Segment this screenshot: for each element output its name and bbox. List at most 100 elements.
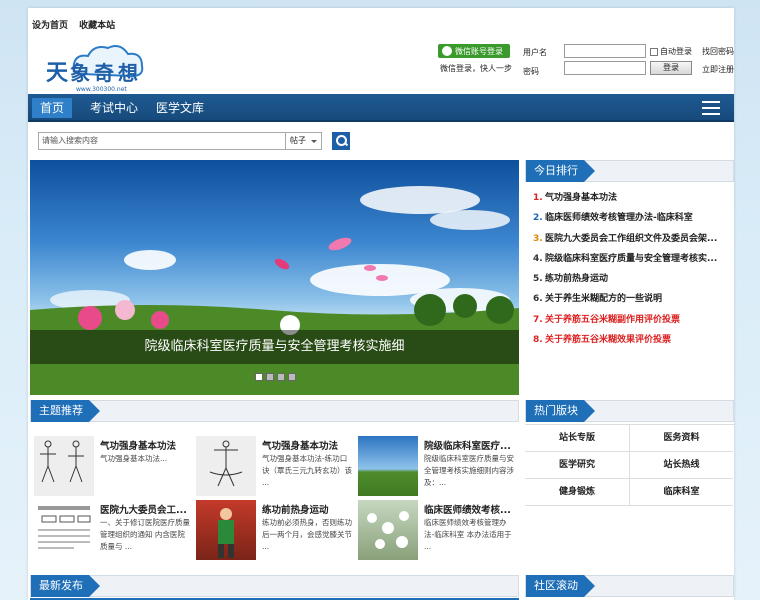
theme-tile[interactable]: 医院九大委员会工... 一、关于修订医院医疗质量管理组织的通知 内含医院质量与 … — [34, 500, 196, 562]
community-title: 社区滚动 — [526, 575, 595, 597]
nav-item-medical-library[interactable]: 医学文库 — [148, 98, 212, 118]
pager-dot[interactable] — [288, 373, 296, 381]
hot-blocks-panel: 热门版块 站长专版 医务资料 医学研究 站长热线 健身锻炼 临床科室 — [525, 400, 734, 515]
hot-grid: 站长专版 医务资料 医学研究 站长热线 健身锻炼 临床科室 — [525, 424, 734, 506]
login-button[interactable]: 登录 — [650, 61, 692, 75]
ranking-item[interactable]: 8. 关于养筋五谷米糊效果评价投票 — [533, 332, 733, 352]
tile-title[interactable]: 临床医师绩效考核... — [424, 502, 511, 516]
tile-desc: 一、关于修订医院医疗质量管理组织的通知 内含医院质量与 ... — [100, 518, 190, 551]
rank-title[interactable]: 临床医师绩效考核管理办法-临床科室 — [545, 213, 693, 223]
rank-number: 2. — [533, 213, 543, 224]
tile-title[interactable]: 院级临床科室医疗... — [424, 438, 511, 452]
community-heading: 社区滚动 — [525, 575, 734, 597]
hot-block-link[interactable]: 站长专版 — [525, 425, 629, 452]
rank-number: 1. — [533, 193, 543, 203]
theme-title: 主题推荐 — [31, 400, 100, 422]
exercise-photo — [196, 500, 256, 560]
theme-tile[interactable]: 临床医师绩效考核... 临床医师绩效考核管理办法-临床科室 本办法适用于 ... — [358, 500, 520, 562]
search-input[interactable]: 请输入搜索内容 — [38, 132, 286, 150]
checkbox-icon — [650, 47, 658, 56]
hot-block-link[interactable]: 健身锻炼 — [525, 479, 629, 506]
pager-dot[interactable] — [266, 373, 274, 381]
latest-heading: 最新发布 — [30, 575, 519, 597]
rank-number: 3. — [533, 233, 543, 244]
theme-tile[interactable]: 练功前热身运动 练功前必须热身，否则练功后一两个月，会感觉膝关节 ... — [196, 500, 358, 562]
document-thumbnail — [34, 500, 94, 560]
ranking-item[interactable]: 5. 练功前热身运动 — [533, 271, 733, 291]
ranking-list: 1. 气功强身基本功法 2. 临床医师绩效考核管理办法-临床科室 3. 医院九大委员会工作… — [533, 190, 733, 352]
tile-title[interactable]: 气功强身基本功法 — [100, 438, 176, 452]
rank-number: 8. — [533, 335, 543, 346]
ranking-title: 今日排行 — [526, 160, 595, 182]
svg-text:想: 想 — [118, 61, 138, 85]
svg-text:象: 象 — [70, 61, 90, 85]
rank-title[interactable]: 关于养筋五谷米糊效果评价投票 — [545, 335, 671, 345]
tile-desc: 临床医师绩效考核管理办法-临床科室 本办法适用于 ... — [424, 518, 512, 551]
tile-title[interactable]: 气功强身基本功法 — [262, 438, 338, 452]
hot-block-link[interactable]: 医学研究 — [525, 452, 629, 479]
set-homepage-link[interactable]: 设为首页 — [32, 21, 68, 31]
ranking-item[interactable]: 7. 关于养筋五谷米糊副作用评价投票 — [533, 312, 733, 332]
site-logo[interactable]: 天 象 奇 想 www.300300.net — [42, 36, 162, 96]
hot-title: 热门版块 — [526, 400, 595, 422]
ranking-item[interactable]: 4. 院级临床科室医疗质量与安全管理考核实... — [533, 251, 733, 271]
rank-title[interactable]: 气功强身基本功法 — [545, 193, 617, 203]
wechat-login-button[interactable]: 微信账号登录 — [438, 44, 510, 58]
find-password-link[interactable]: 找回密码 — [702, 46, 734, 57]
hot-block-link[interactable]: 站长热线 — [629, 452, 733, 479]
hot-block-link[interactable]: 医务资料 — [629, 425, 733, 452]
ranking-item[interactable]: 2. 临床医师绩效考核管理办法-临床科室 — [533, 210, 733, 230]
theme-panel: 主题推荐 气功强身基本功法 气功强身基本功法... 气功强身基本功法 气功强身基… — [30, 400, 519, 570]
tile-desc: 气功强身基本功法... — [100, 454, 168, 463]
nav-item-home[interactable]: 首页 — [32, 98, 73, 118]
register-link[interactable]: 立即注册 — [702, 64, 734, 75]
theme-tile[interactable]: 气功强身基本功法 气功强身基本功法... — [34, 436, 196, 498]
bookmark-link[interactable]: 收藏本站 — [79, 21, 115, 31]
pager-dot[interactable] — [255, 373, 263, 381]
nav-item-exam-center[interactable]: 考试中心 — [82, 98, 146, 118]
tile-title[interactable]: 医院九大委员会工... — [100, 502, 187, 516]
username-label: 用户名 — [523, 48, 547, 57]
username-input[interactable] — [564, 44, 646, 58]
svg-text:奇: 奇 — [94, 61, 114, 85]
rank-title[interactable]: 关于养筋五谷米糊副作用评价投票 — [545, 315, 680, 325]
latest-title: 最新发布 — [31, 575, 100, 597]
rank-number: 4. — [533, 253, 543, 264]
hot-heading: 热门版块 — [525, 400, 734, 422]
tile-desc: 气功强身基本功法-练功口诀（覃氏三元九转玄功）该 ... — [262, 454, 352, 487]
theme-tile[interactable]: 气功强身基本功法 气功强身基本功法-练功口诀（覃氏三元九转玄功）该 ... — [196, 436, 358, 498]
search-button[interactable] — [332, 132, 350, 150]
rank-number: 5. — [533, 274, 543, 285]
ranking-item[interactable]: 3. 医院九大委员会工作组织文件及委员会架... — [533, 231, 733, 251]
auto-login-checkbox[interactable]: 自动登录 — [650, 46, 692, 57]
search-bar: 请输入搜索内容 帖子 — [38, 132, 350, 150]
password-input[interactable] — [564, 61, 646, 75]
rank-title[interactable]: 医院九大委员会工作组织文件及委员会架... — [545, 234, 717, 244]
svg-text:天: 天 — [46, 61, 69, 86]
auto-login-label: 自动登录 — [660, 47, 692, 56]
login-panel: 微信账号登录 微信登录，快人一步 用户名 密码 自动登录 登录 找回密码 立即注… — [438, 44, 734, 94]
flowers-thumbnail — [358, 500, 418, 560]
banner-slideshow[interactable]: 院级临床科室医疗质量与安全管理考核实施细 — [30, 160, 519, 395]
search-scope-select[interactable]: 帖子 — [286, 132, 322, 150]
ranking-heading: 今日排行 — [525, 160, 734, 182]
pager-dot[interactable] — [277, 373, 285, 381]
theme-tile[interactable]: 院级临床科室医疗... 院级临床科室医疗质量与安全管理考核实施细则内容涉及：..… — [358, 436, 520, 498]
menu-icon[interactable] — [702, 101, 720, 115]
ranking-panel: 今日排行 1. 气功强身基本功法 2. 临床医师绩效考核管理办法-临床科室 3. 医院九大… — [525, 160, 734, 395]
ranking-item[interactable]: 1. 气功强身基本功法 — [533, 190, 733, 210]
rank-title[interactable]: 院级临床科室医疗质量与安全管理考核实... — [545, 254, 717, 264]
ranking-item[interactable]: 6. 关于养生米糊配方的一些说明 — [533, 291, 733, 311]
tile-desc: 院级临床科室医疗质量与安全管理考核实施细则内容涉及：... — [424, 454, 514, 487]
top-links: 设为首页 收藏本站 — [32, 18, 123, 31]
password-label: 密码 — [523, 67, 539, 76]
rank-title[interactable]: 关于养生米糊配方的一些说明 — [545, 294, 662, 304]
rank-title[interactable]: 练功前热身运动 — [545, 274, 608, 284]
banner-caption[interactable]: 院级临床科室医疗质量与安全管理考核实施细 — [30, 330, 519, 364]
landscape-thumbnail — [358, 436, 418, 496]
rank-number: 7. — [533, 314, 543, 325]
hot-block-link[interactable]: 临床科室 — [629, 479, 733, 506]
page-container: 设为首页 收藏本站 天 象 奇 想 www.300300.net 微信账号登录 … — [28, 8, 734, 600]
tile-title[interactable]: 练功前热身运动 — [262, 502, 329, 516]
banner-pager — [255, 373, 296, 381]
